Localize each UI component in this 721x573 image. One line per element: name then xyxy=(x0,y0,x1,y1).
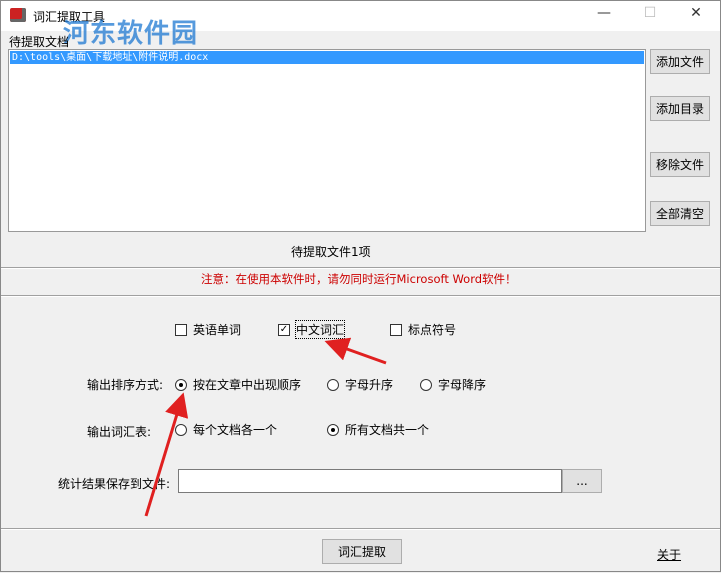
watermark-logo: 河东软件园 xyxy=(63,19,199,49)
output-table-label: 输出词汇表: xyxy=(87,425,152,439)
save-path-input[interactable] xyxy=(178,469,562,493)
radio-label: 按在文章中出现顺序 xyxy=(193,378,302,392)
radio-label: 字母升序 xyxy=(345,378,394,392)
app-icon xyxy=(10,8,26,22)
file-list-item[interactable]: D:\tools\桌面\下载地址\附件说明.docx xyxy=(10,51,644,64)
checkbox-label: 中文词汇 xyxy=(294,320,346,339)
checkbox-label: 标点符号 xyxy=(408,323,457,337)
browse-button[interactable]: ... xyxy=(562,469,602,493)
maximize-button[interactable]: ☐ xyxy=(627,5,673,27)
sort-label: 输出排序方式: xyxy=(87,378,164,392)
checkbox-box xyxy=(390,323,402,336)
radio-label: 字母降序 xyxy=(438,378,487,392)
radio-label: 每个文档各一个 xyxy=(193,423,278,437)
about-link[interactable]: 关于 xyxy=(657,546,681,563)
english-words-checkbox[interactable]: 英语单词 xyxy=(175,321,241,338)
arrow-to-sort-radio xyxy=(144,392,189,517)
radio-dot xyxy=(175,378,187,391)
sort-order-appearance-radio[interactable]: 按在文章中出现顺序 xyxy=(175,376,301,393)
radio-dot xyxy=(175,423,187,436)
checkbox-box: ✓ xyxy=(278,323,290,336)
remove-file-button[interactable]: 移除文件 xyxy=(650,152,710,177)
punctuation-checkbox[interactable]: 标点符号 xyxy=(390,321,456,338)
clear-all-button[interactable]: 全部清空 xyxy=(650,201,710,226)
warning-text: 注意：在使用本软件时，请勿同时运行Microsoft Word软件！ xyxy=(201,272,517,286)
divider xyxy=(1,295,720,297)
all-documents-radio[interactable]: 所有文档共一个 xyxy=(327,421,429,438)
close-button[interactable]: ✕ xyxy=(673,5,719,27)
save-label: 统计结果保存到文件: xyxy=(58,477,171,491)
checkbox-box xyxy=(175,323,187,336)
divider xyxy=(1,528,720,530)
radio-dot xyxy=(327,423,339,436)
sort-ascending-radio[interactable]: 字母升序 xyxy=(327,376,393,393)
extract-button[interactable]: 词汇提取 xyxy=(322,539,402,564)
radio-dot xyxy=(327,378,339,391)
checkbox-label: 英语单词 xyxy=(193,323,242,337)
sort-descending-radio[interactable]: 字母降序 xyxy=(420,376,486,393)
files-group-label: 待提取文档 xyxy=(9,35,70,49)
arrow-to-chinese-checkbox xyxy=(324,337,387,365)
file-list[interactable]: D:\tools\桌面\下载地址\附件说明.docx xyxy=(8,49,646,232)
divider xyxy=(1,267,720,269)
per-document-radio[interactable]: 每个文档各一个 xyxy=(175,421,277,438)
file-count: 待提取文件1项 xyxy=(291,245,371,259)
add-directory-button[interactable]: 添加目录 xyxy=(650,96,710,121)
minimize-button[interactable]: — xyxy=(581,5,627,27)
radio-dot xyxy=(420,378,432,391)
add-file-button[interactable]: 添加文件 xyxy=(650,49,710,74)
chinese-words-checkbox[interactable]: ✓ 中文词汇 xyxy=(278,320,346,339)
radio-label: 所有文档共一个 xyxy=(345,423,430,437)
